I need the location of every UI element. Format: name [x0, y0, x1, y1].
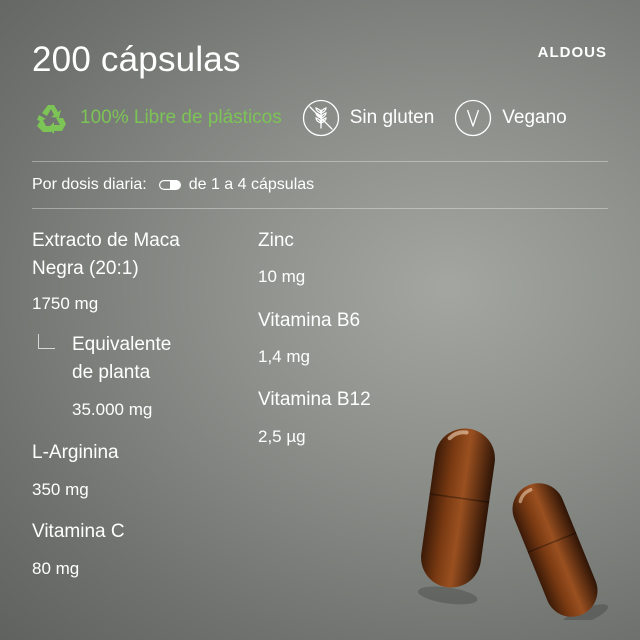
recycle-icon: [37, 105, 66, 134]
ingredient-vitamin-b12-value: 2,5 µg: [258, 427, 306, 446]
divider-top: [32, 161, 608, 162]
ingredient-maca-name: Extracto de Maca Negra (20:1): [32, 227, 180, 283]
ingredient-maca-name-line1: Extracto de Maca: [32, 230, 180, 251]
capsule-icon: [158, 180, 181, 190]
ingredient-vitamin-b6-name: Vitamina B6: [258, 310, 361, 331]
ingredient-equivalent-name: Equivalente de planta: [72, 331, 171, 387]
ingredient-arginine-value: 350 mg: [32, 480, 89, 499]
vegan-v-icon: [455, 99, 492, 137]
ingredient-equivalent-name-line2: de planta: [72, 362, 151, 383]
gluten-free-label: Sin gluten: [349, 107, 435, 128]
gluten-free-badge: Sin gluten: [302, 99, 455, 137]
ingredient-zinc-name: Zinc: [258, 230, 294, 251]
daily-dose-row: Por dosis diaria: de 1 a 4 cápsulas: [32, 176, 314, 194]
feature-badges: 100% Libre de plásticos Sin gluten Vegan…: [34, 96, 567, 140]
ingredient-equivalent-name-line1: Equivalente: [72, 334, 172, 355]
page-title: 200 cápsulas: [32, 40, 241, 79]
capsule-right: [512, 483, 609, 620]
ingredient-arginine-name: L-Arginina: [32, 442, 119, 463]
ingredient-zinc-value: 10 mg: [258, 267, 306, 286]
vegan-badge: Vegano: [454, 99, 567, 137]
ingredient-equivalent-value: 35.000 mg: [72, 400, 153, 419]
ingredient-vitamin-b6-value: 1,4 mg: [258, 347, 310, 366]
capsule-left: [418, 428, 495, 605]
ingredient-maca-value: 1750 mg: [32, 294, 99, 313]
sub-item-connector: [38, 334, 55, 349]
dose-label: Por dosis diaria:: [32, 176, 147, 193]
capsules-image: [418, 428, 609, 620]
vegan-label: Vegano: [502, 107, 567, 128]
ingredient-vitamin-b12-name: Vitamina B12: [258, 389, 371, 410]
ingredient-maca-name-line2: Negra (20:1): [32, 258, 139, 279]
plastic-free-badge: 100% Libre de plásticos: [34, 101, 302, 135]
plastic-free-label: 100% Libre de plásticos: [80, 107, 282, 128]
ingredient-vitamin-c-name: Vitamina C: [32, 521, 125, 542]
brand-logo: ALDOUS: [537, 44, 607, 61]
dose-value: de 1 a 4 cápsulas: [188, 176, 315, 193]
ingredient-vitamin-c-value: 80 mg: [32, 559, 80, 578]
gluten-free-icon: [302, 99, 339, 137]
divider-bottom: [32, 208, 608, 209]
